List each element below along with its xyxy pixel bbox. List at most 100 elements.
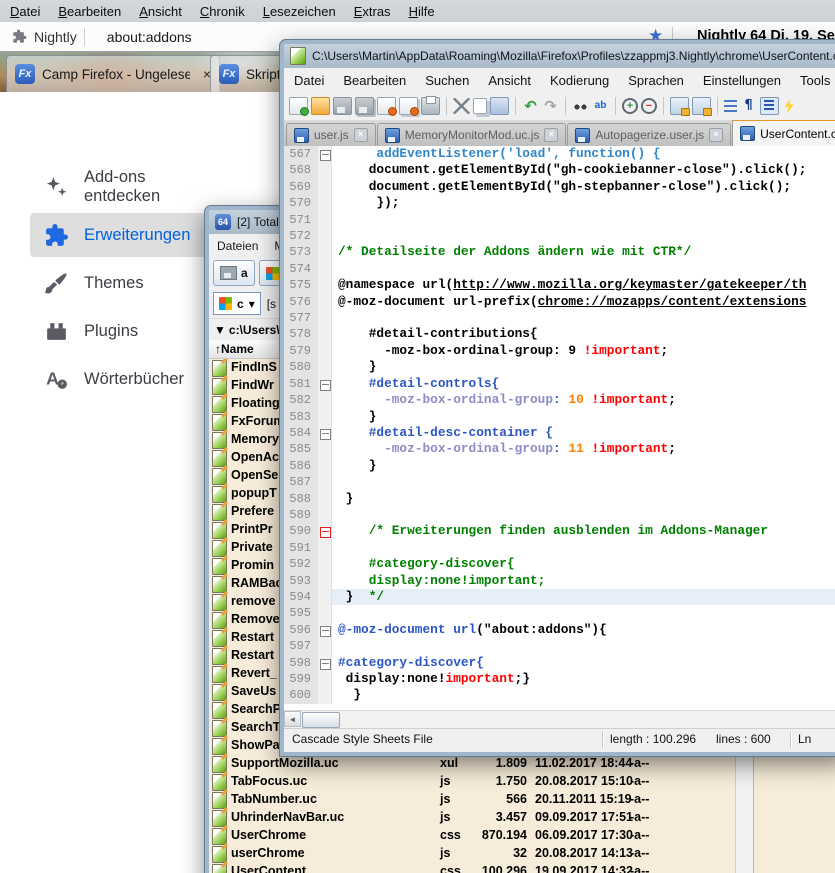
npp-menu-item-tools[interactable]: Tools (800, 73, 830, 88)
file-name: RAMBac (231, 576, 282, 590)
tab-close-icon[interactable]: × (544, 128, 558, 142)
code-token: !important (591, 392, 668, 407)
undo-icon[interactable]: ↶ (522, 98, 539, 114)
cut-icon[interactable] (453, 98, 470, 114)
npp-menu-item-kodierung[interactable]: Kodierung (550, 73, 609, 88)
find-icon[interactable] (572, 98, 589, 114)
saved-file-icon (575, 128, 590, 143)
sync-h-scroll-icon[interactable] (692, 97, 711, 115)
menubar-item-lesezeichen[interactable]: Lesezeichen (263, 4, 336, 19)
word-wrap-icon[interactable] (724, 100, 737, 112)
svg-text:A: A (46, 368, 59, 388)
menubar-item-ansicht[interactable]: Ansicht (139, 4, 182, 19)
fold-marker-icon[interactable] (320, 150, 331, 161)
code-text (332, 605, 835, 621)
npp-menu-item-sprachen[interactable]: Sprachen (628, 73, 684, 88)
file-name: Prefere (231, 504, 274, 518)
file-name: FxForum (231, 414, 284, 428)
sync-v-scroll-icon[interactable] (670, 97, 689, 115)
zoom-out-icon[interactable]: − (641, 98, 657, 114)
browser-tab[interactable]: FxCamp Firefox - Ungelesene× (6, 55, 220, 92)
code-editor[interactable]: 567 addEventListener('load', function() … (284, 146, 835, 710)
sidebar-item-label: Add-ons entdecken (84, 168, 226, 206)
scroll-left-arrow-icon[interactable]: ◄ (284, 711, 301, 727)
menubar-item-datei[interactable]: Datei (10, 4, 40, 19)
line-number: 593 (284, 573, 318, 589)
save-icon[interactable] (333, 97, 352, 115)
show-symbols-icon[interactable]: ¶ (740, 98, 757, 114)
fold-margin (318, 687, 332, 703)
close-all-icon[interactable] (399, 97, 418, 115)
paste-icon[interactable] (490, 97, 509, 115)
scrollbar-thumb[interactable] (302, 712, 340, 728)
code-line: 599 display:none!important;} (284, 671, 835, 687)
open-folder-icon[interactable] (311, 97, 330, 115)
npp-menu-item-datei[interactable]: Datei (294, 73, 324, 88)
fold-marker-icon[interactable] (320, 659, 331, 670)
sidebar-item-plugins[interactable]: Plugins (30, 309, 226, 353)
npp-titlebar[interactable]: C:\Users\Martin\AppData\Roaming\Mozilla\… (284, 44, 835, 68)
indent-guides-icon[interactable] (760, 97, 779, 115)
urlbar-identity[interactable]: Nightly (0, 22, 95, 51)
menubar-item-bearbeiten[interactable]: Bearbeiten (58, 4, 121, 19)
sidebar-item-w-rterb-cher[interactable]: AWörterbücher (30, 357, 226, 401)
fold-marker-icon[interactable] (320, 380, 331, 391)
tab-close-icon[interactable]: × (709, 128, 723, 142)
sidebar-item-erweiterungen[interactable]: Erweiterungen (30, 213, 226, 257)
file-size: 870.194 (447, 828, 527, 842)
editor-tab-memorymonitormod-uc-js[interactable]: MemoryMonitorMod.uc.js × (377, 123, 567, 146)
editor-tab-user-js[interactable]: user.js× (286, 123, 376, 146)
npp-menu-item-bearbeiten[interactable]: Bearbeiten (343, 73, 406, 88)
tab-label: MemoryMonitorMod.uc.js (405, 128, 540, 142)
line-number: 580 (284, 359, 318, 375)
menubar-item-hilfe[interactable]: Hilfe (409, 4, 435, 19)
new-file-icon[interactable] (289, 97, 308, 115)
code-token: chrome://mozapps/content/extensions (538, 294, 807, 309)
code-token: display:none!important; (338, 573, 545, 588)
sidebar-item-themes[interactable]: Themes (30, 261, 226, 305)
menubar-item-extras[interactable]: Extras (354, 4, 391, 19)
puzzle-icon (12, 29, 27, 44)
code-text: } (332, 359, 835, 375)
zoom-in-icon[interactable]: + (622, 98, 638, 114)
tab-close-icon[interactable]: × (354, 128, 368, 142)
firefox-menubar: Datei Bearbeiten Ansicht Chronik Lesezeichen… (0, 0, 835, 22)
editor-horizontal-scrollbar[interactable]: ◄ (284, 710, 835, 728)
file-name: UserContent (231, 864, 306, 873)
line-number: 568 (284, 162, 318, 178)
tc-drive-button-a[interactable]: a (213, 260, 255, 286)
save-all-icon[interactable] (355, 97, 374, 115)
fold-margin (318, 179, 332, 195)
fold-margin (318, 573, 332, 589)
close-doc-icon[interactable] (377, 97, 396, 115)
file-name: Memory (231, 432, 279, 446)
npp-menu-item-suchen[interactable]: Suchen (425, 73, 469, 88)
npp-menu-item-ansicht[interactable]: Ansicht (488, 73, 531, 88)
npp-menu-item-einstellungen[interactable]: Einstellungen (703, 73, 781, 88)
copy-icon[interactable] (473, 98, 487, 114)
tc-drive-combo[interactable]: c ▾ (213, 292, 261, 315)
file-name: Restart (231, 630, 274, 644)
code-line: 574 (284, 261, 835, 277)
file-attributes: -a-- (630, 828, 649, 842)
url-text[interactable]: about:addons (95, 29, 192, 45)
fold-margin (318, 638, 332, 654)
fold-marker-icon[interactable] (320, 527, 331, 538)
print-icon[interactable] (421, 97, 440, 115)
tc-menu-item-dateien[interactable]: Dateien (217, 239, 258, 253)
macro-lightning-icon[interactable] (782, 99, 796, 114)
replace-icon[interactable]: ab (592, 98, 609, 114)
line-number: 567 (284, 146, 318, 162)
fold-marker-icon[interactable] (320, 429, 331, 440)
editor-tab-autopagerize-user-js[interactable]: Autopagerize.user.js× (567, 123, 731, 146)
redo-icon[interactable]: ↷ (542, 98, 559, 114)
fold-marker-icon[interactable] (320, 626, 331, 637)
code-text: } (332, 458, 835, 474)
tab-title: Camp Firefox - Ungelesene (42, 67, 190, 82)
sidebar-item-add-ons-entdecken[interactable]: Add-ons entdecken (30, 165, 226, 209)
editor-tab-usercontent-css[interactable]: UserContent.css× (732, 120, 835, 146)
code-text: display:none!important; (332, 573, 835, 589)
firefox-favicon: Fx (219, 64, 239, 84)
notepadpp-window[interactable]: C:\Users\Martin\AppData\Roaming\Mozilla\… (280, 40, 835, 756)
menubar-item-chronik[interactable]: Chronik (200, 4, 245, 19)
